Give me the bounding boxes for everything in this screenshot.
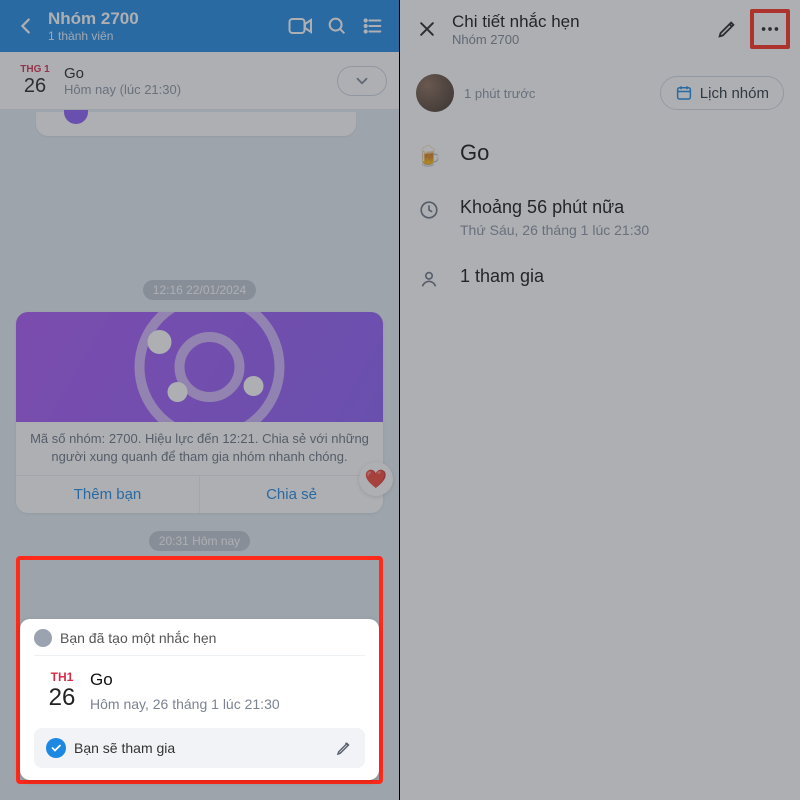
highlight-box-more <box>750 9 790 49</box>
pinned-bar[interactable]: THG 1 26 Go Hôm nay (lúc 21:30) <box>0 52 399 110</box>
expand-pinned-button[interactable] <box>337 66 387 96</box>
pinned-month: THG 1 <box>12 64 58 75</box>
reminder-title: Go <box>90 670 280 690</box>
check-icon <box>46 738 66 758</box>
group-calendar-button[interactable]: Lịch nhóm <box>660 76 784 110</box>
menu-button[interactable] <box>355 8 391 44</box>
reminder-status-row[interactable]: Bạn sẽ tham gia <box>34 728 365 768</box>
reminder-status-label: Bạn sẽ tham gia <box>74 740 327 756</box>
timestamp-pill: 12:16 22/01/2024 <box>143 280 256 300</box>
edit-button[interactable] <box>710 12 744 46</box>
created-time: 1 phút trước <box>464 86 660 101</box>
detail-title-block: Chi tiết nhắc hẹn Nhóm 2700 <box>450 12 704 47</box>
reminder-month: TH1 <box>34 670 90 684</box>
beer-icon: 🍺 <box>416 140 442 169</box>
event-time-row: Khoảng 56 phút nữa Thứ Sáu, 26 tháng 1 l… <box>416 183 784 252</box>
pinned-title: Go <box>64 65 337 82</box>
close-button[interactable] <box>410 12 444 46</box>
event-title: Go <box>460 140 489 166</box>
search-button[interactable] <box>319 8 355 44</box>
detail-header: Chi tiết nhắc hẹn Nhóm 2700 <box>400 0 800 58</box>
group-calendar-label: Lịch nhóm <box>700 85 769 102</box>
share-button[interactable]: Chia sẻ <box>200 476 383 513</box>
detail-meta-row: 1 phút trước Lịch nhóm <box>416 68 784 126</box>
share-text: Mã số nhóm: 2700. Hiệu lực đến 12:21. Ch… <box>16 422 383 475</box>
chat-pane: Nhóm 2700 1 thành viên THG 1 26 Go Hôm n… <box>0 0 400 800</box>
video-call-button[interactable] <box>283 8 319 44</box>
detail-body: 1 phút trước Lịch nhóm 🍺 Go Khoảng 56 ph… <box>400 58 800 314</box>
detail-pane: Chi tiết nhắc hẹn Nhóm 2700 1 phút trước… <box>400 0 800 800</box>
pinned-subtitle: Hôm nay (lúc 21:30) <box>64 82 337 97</box>
event-title-row: 🍺 Go <box>416 126 784 183</box>
chat-subtitle: 1 thành viên <box>48 29 283 43</box>
event-remaining: Khoảng 56 phút nữa <box>460 197 649 218</box>
event-participants-row[interactable]: 1 tham gia <box>416 252 784 304</box>
heart-reaction[interactable]: ❤️ <box>359 462 393 496</box>
share-graphic <box>16 312 383 422</box>
pinned-text: Go Hôm nay (lúc 21:30) <box>58 65 337 97</box>
back-button[interactable] <box>8 8 44 44</box>
avatar <box>34 629 52 647</box>
chat-title-block[interactable]: Nhóm 2700 1 thành viên <box>44 9 283 43</box>
reminder-header-text: Bạn đã tạo một nhắc hẹn <box>60 630 216 646</box>
pinned-day: 26 <box>12 75 58 98</box>
reminder-date: TH1 26 <box>34 670 90 712</box>
person-icon <box>416 266 442 290</box>
detail-title: Chi tiết nhắc hẹn <box>452 12 704 32</box>
more-button[interactable] <box>756 15 784 43</box>
reminder-day: 26 <box>34 684 90 712</box>
edit-icon[interactable] <box>335 739 353 757</box>
pinned-date: THG 1 26 <box>12 64 58 98</box>
group-share-card[interactable]: Mã số nhóm: 2700. Hiệu lực đến 12:21. Ch… <box>0 312 399 513</box>
reminder-subtitle: Hôm nay, 26 tháng 1 lúc 21:30 <box>90 696 280 712</box>
chat-header: Nhóm 2700 1 thành viên <box>0 0 399 52</box>
add-friend-button[interactable]: Thêm bạn <box>16 476 200 513</box>
event-datetime: Thứ Sáu, 26 tháng 1 lúc 21:30 <box>460 222 649 238</box>
event-participants: 1 tham gia <box>460 266 544 287</box>
creator-avatar[interactable] <box>416 74 454 112</box>
clock-icon <box>416 197 442 221</box>
message-card-stub <box>36 112 356 136</box>
detail-subtitle: Nhóm 2700 <box>452 32 704 47</box>
timestamp-pill: 20:31 Hôm nay <box>149 531 250 551</box>
reminder-card[interactable]: Bạn đã tạo một nhắc hẹn TH1 26 Go Hôm na… <box>20 619 379 780</box>
chat-title: Nhóm 2700 <box>48 9 283 29</box>
reminder-header: Bạn đã tạo một nhắc hẹn <box>34 629 365 656</box>
